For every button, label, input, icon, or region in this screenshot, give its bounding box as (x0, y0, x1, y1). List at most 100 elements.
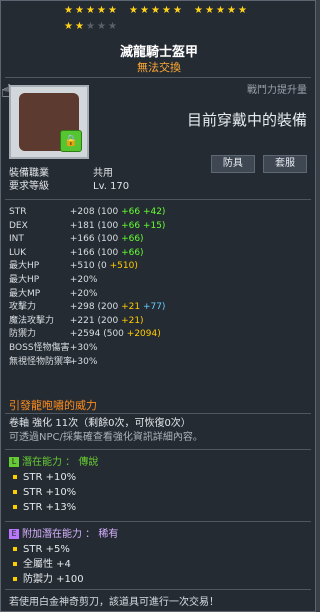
bullet-icon (13, 547, 17, 551)
potential-label: 潛在能力 ： 傳說 (22, 457, 99, 468)
stat-extra2: +77) (142, 302, 166, 313)
star-icon: ★ (173, 5, 182, 16)
level-value: Lv. 170 (93, 181, 130, 192)
stat-base: (0 (97, 261, 107, 272)
divider (5, 589, 311, 590)
stat-row: 最大MP +20% (9, 288, 165, 302)
stat-row: 無視怪物防禦率 +30% (9, 356, 165, 370)
stat-key: 攻擊力 (9, 302, 37, 313)
stat-row: LUK +166 (100 +66) (9, 247, 165, 261)
stat-base: (100 (97, 220, 119, 231)
divider (5, 413, 311, 414)
stat-extra1: +21) (121, 315, 144, 326)
stat-row: INT +166 (100 +66) (9, 233, 165, 247)
star-icon: ★ (75, 21, 84, 32)
stat-value: +2594 (69, 329, 101, 340)
stat-key: 無視怪物防禦率 (9, 356, 73, 367)
potential-line: STR +13% (9, 500, 98, 515)
divider (5, 449, 311, 450)
stat-row: BOSS怪物傷害 +30% (9, 342, 165, 356)
star-icon: ★ (64, 5, 73, 16)
bonus-line: STR +5% (9, 542, 118, 557)
power-label: 戰鬥力提升量 (247, 85, 307, 96)
stat-extra2: +15) (142, 220, 166, 231)
job-value: 共用 (93, 168, 113, 179)
star-icon: ★ (129, 5, 138, 16)
stat-key: DEX (9, 220, 28, 231)
stat-key: INT (9, 234, 24, 245)
tag-bar: 防具 套服 (208, 151, 307, 173)
stat-key: STR (9, 207, 27, 217)
stat-key: 最大HP (9, 274, 40, 285)
stat-key: 魔法攻擊力 (9, 315, 55, 326)
star-icon: ★ (108, 21, 117, 32)
star-icon: ★ (97, 5, 106, 16)
stat-base: (100 (97, 234, 119, 245)
stat-row: 最大HP +20% (9, 274, 165, 288)
rare-icon: E (9, 529, 19, 539)
legendary-icon: L (9, 457, 19, 467)
stat-base: (100 (97, 207, 119, 217)
star-icon: ★ (86, 21, 95, 32)
stat-base: (200 (97, 302, 119, 313)
stat-value: +208 (69, 207, 95, 217)
tag-set-button[interactable]: 套服 (263, 155, 307, 173)
potential-line: STR +10% (9, 470, 98, 485)
stat-row: STR +208 (100 +66 +42) (9, 206, 165, 220)
potential-section: L 潛在能力 ： 傳說 STR +10% STR +10% STR +13% (9, 455, 98, 515)
star-icon: ★ (238, 5, 247, 16)
star-icon: ★ (162, 5, 171, 16)
stat-value: +20% (69, 288, 98, 299)
bonus-potential-section: E 附加潛在能力 ： 稀有 STR +5% 全屬性 +4 防禦力 +100 (9, 527, 118, 587)
job-label: 裝備職業 (9, 168, 49, 179)
job-row: 裝備職業 共用 (9, 167, 129, 180)
stat-extra1: +66 (121, 207, 141, 217)
stat-row: 魔法攻擊力 +221 (200 +21) (9, 315, 165, 329)
star-icon: ★ (140, 5, 149, 16)
equipped-status: 目前穿戴中的裝備 (186, 111, 307, 129)
stat-extra1: +66) (121, 247, 144, 258)
stat-value: +30% (69, 356, 98, 367)
stat-key: LUK (9, 247, 27, 258)
bonus-line: 全屬性 +4 (9, 557, 118, 572)
scroll-info: 卷軸 強化 11次（剩餘0次，可恢復0次） 可透過NPC/採集確查看強化資訊詳細… (9, 417, 203, 445)
set-bonus: 引發龍咆嘯的威力 (9, 399, 97, 412)
stat-value: +221 (69, 315, 95, 326)
star-icon: ★ (205, 5, 214, 16)
star-icon: ★ (97, 21, 106, 32)
star-force-display: ★ ★ ★ ★ ★ ★ ★ ★ ★ ★ ★ ★ ★ ★ ★ ★ ★ ★ ★ ★ (63, 5, 263, 37)
star-icon: ★ (64, 21, 73, 32)
stat-value: +298 (69, 302, 95, 313)
item-meta: 裝備職業 共用 要求等級 Lv. 170 (9, 167, 129, 193)
stat-row: 攻擊力 +298 (200 +21 +77) (9, 301, 165, 315)
stat-extra1: +510) (109, 261, 138, 272)
stat-extra2: +42) (142, 207, 166, 217)
scroll-line-2: 可透過NPC/採集確查看強化資訊詳細內容。 (9, 432, 203, 443)
star-icon: ★ (86, 5, 95, 16)
bullet-icon (13, 562, 17, 566)
stat-key: 最大MP (9, 288, 41, 299)
divider (5, 77, 311, 78)
stat-row: 最大HP +510 (0 +510) (9, 260, 165, 274)
divider (5, 199, 311, 200)
star-icon: ★ (194, 5, 203, 16)
stat-base: (100 (97, 247, 119, 258)
stat-key: 最大HP (9, 261, 40, 272)
star-icon: ★ (108, 5, 117, 16)
stat-row: DEX +181 (100 +66 +15) (9, 220, 165, 234)
level-row: 要求等級 Lv. 170 (9, 180, 129, 193)
stat-key: 防禦力 (9, 329, 37, 340)
stat-base: (500 (103, 329, 124, 340)
stat-extra1: +66) (121, 234, 144, 245)
bonus-potential-head: E 附加潛在能力 ： 稀有 (9, 527, 118, 542)
stat-value: +166 (69, 234, 95, 245)
stat-row: 防禦力 +2594 (500 +2094) (9, 328, 165, 342)
stat-base: (200 (97, 315, 119, 326)
potential-head: L 潛在能力 ： 傳說 (9, 455, 98, 470)
stat-value: +166 (69, 247, 95, 258)
tag-armor-button[interactable]: 防具 (210, 155, 255, 173)
level-label: 要求等級 (9, 181, 49, 192)
item-icon: 🔒 (9, 85, 89, 159)
star-icon: ★ (75, 5, 84, 16)
stat-value: +30% (69, 342, 98, 353)
